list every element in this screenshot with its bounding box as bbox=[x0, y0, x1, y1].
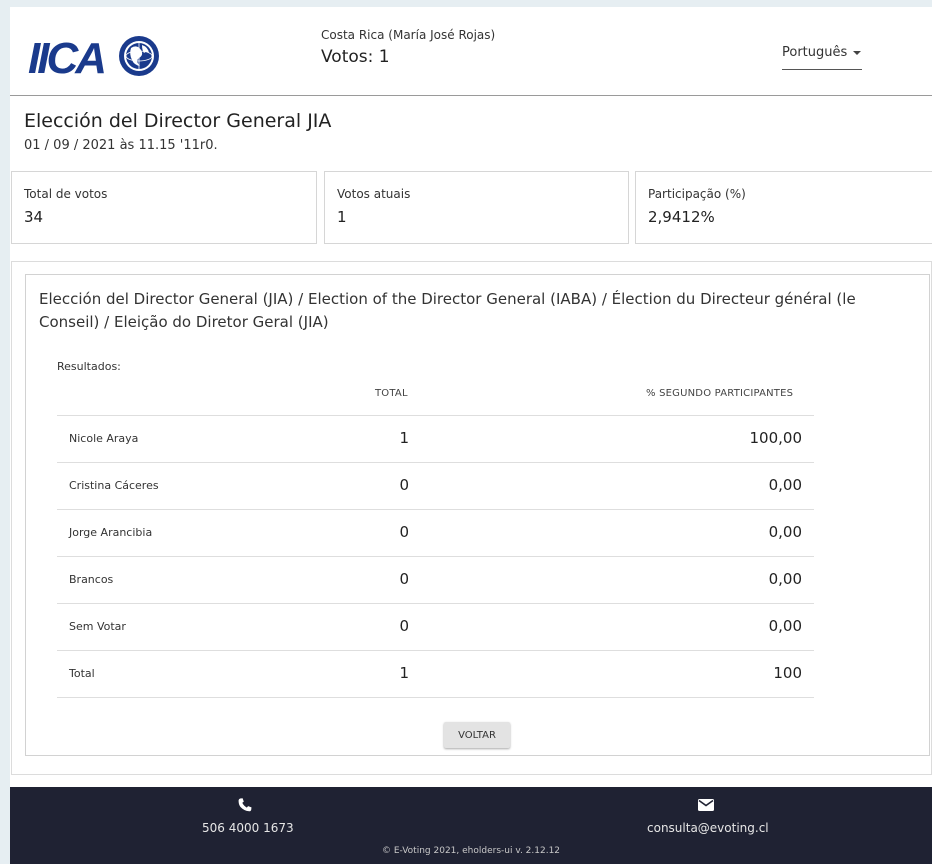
mail-icon bbox=[698, 799, 714, 811]
iica-logo[interactable]: IICA bbox=[28, 29, 168, 83]
candidate-percent: 0,00 bbox=[768, 570, 802, 588]
stat-label: Participação (%) bbox=[648, 187, 746, 201]
column-header-total: TOTAL bbox=[375, 388, 408, 399]
header: IICA Costa Rica (María José Rojas) Votos… bbox=[10, 7, 932, 96]
candidate-name: Nicole Araya bbox=[69, 432, 139, 445]
candidate-percent: 100,00 bbox=[749, 429, 803, 447]
results-panel: Elección del Director General (JIA) / El… bbox=[11, 261, 932, 775]
logo-text: IICA bbox=[28, 34, 104, 81]
table-row-total: Total 1 100 bbox=[57, 650, 814, 698]
election-date: 01 / 09 / 2021 às 11.15 '11r0. bbox=[24, 138, 218, 153]
candidate-name: Cristina Cáceres bbox=[69, 479, 159, 492]
stat-card-participation: Participação (%) 2,9412% bbox=[635, 171, 932, 244]
globe-icon bbox=[119, 36, 159, 76]
candidate-name: Brancos bbox=[69, 573, 114, 586]
stat-card-total-votes: Total de votos 34 bbox=[11, 171, 317, 244]
table-row: Jorge Arancibia 0 0,00 bbox=[57, 509, 814, 556]
stat-label: Votos atuais bbox=[337, 187, 411, 201]
results-label: Resultados: bbox=[57, 360, 121, 373]
page: IICA Costa Rica (María José Rojas) Votos… bbox=[10, 7, 932, 787]
candidate-name: Total bbox=[69, 667, 95, 680]
candidate-total: 1 bbox=[399, 664, 409, 682]
table-row: Sem Votar 0 0,00 bbox=[57, 603, 814, 650]
results-card: Elección del Director General (JIA) / El… bbox=[25, 274, 930, 756]
candidate-percent: 0,00 bbox=[768, 523, 802, 541]
election-title: Elección del Director General JIA bbox=[24, 110, 332, 132]
phone-icon bbox=[238, 798, 252, 812]
candidate-percent: 100 bbox=[773, 664, 802, 682]
candidate-total: 0 bbox=[399, 523, 409, 541]
footer-email[interactable]: consulta@evoting.cl bbox=[647, 821, 769, 835]
stat-label: Total de votos bbox=[24, 187, 108, 201]
voter-name: Costa Rica (María José Rojas) bbox=[321, 28, 496, 42]
stat-value: 2,9412% bbox=[648, 208, 715, 226]
stat-value: 34 bbox=[24, 208, 44, 226]
votes-count: Votos: 1 bbox=[321, 47, 390, 67]
language-select[interactable]: Português bbox=[782, 45, 862, 70]
table-row: Cristina Cáceres 0 0,00 bbox=[57, 462, 814, 509]
candidate-percent: 0,00 bbox=[768, 476, 802, 494]
footer-copyright: © E-Voting 2021, eholders-ui v. 2.12.12 bbox=[381, 846, 561, 856]
candidate-name: Sem Votar bbox=[69, 620, 126, 633]
table-row: Brancos 0 0,00 bbox=[57, 556, 814, 603]
table-row: Nicole Araya 1 100,00 bbox=[57, 415, 814, 462]
column-header-percent: % SEGUNDO PARTICIPANTES bbox=[646, 388, 794, 399]
candidate-total: 0 bbox=[399, 476, 409, 494]
candidate-total: 1 bbox=[399, 429, 409, 447]
candidate-name: Jorge Arancibia bbox=[69, 526, 153, 539]
candidate-percent: 0,00 bbox=[768, 617, 802, 635]
language-label: Português bbox=[782, 45, 848, 60]
question-title: Elección del Director General (JIA) / El… bbox=[39, 290, 856, 331]
candidate-total: 0 bbox=[399, 570, 409, 588]
footer: 506 4000 1673 consulta@evoting.cl © E-Vo… bbox=[10, 787, 932, 864]
stat-card-current-votes: Votos atuais 1 bbox=[324, 171, 629, 244]
back-button[interactable]: VOLTAR bbox=[444, 722, 510, 748]
footer-phone[interactable]: 506 4000 1673 bbox=[202, 821, 294, 835]
candidate-total: 0 bbox=[399, 617, 409, 635]
stat-value: 1 bbox=[337, 208, 347, 226]
caret-down-icon bbox=[853, 50, 862, 55]
